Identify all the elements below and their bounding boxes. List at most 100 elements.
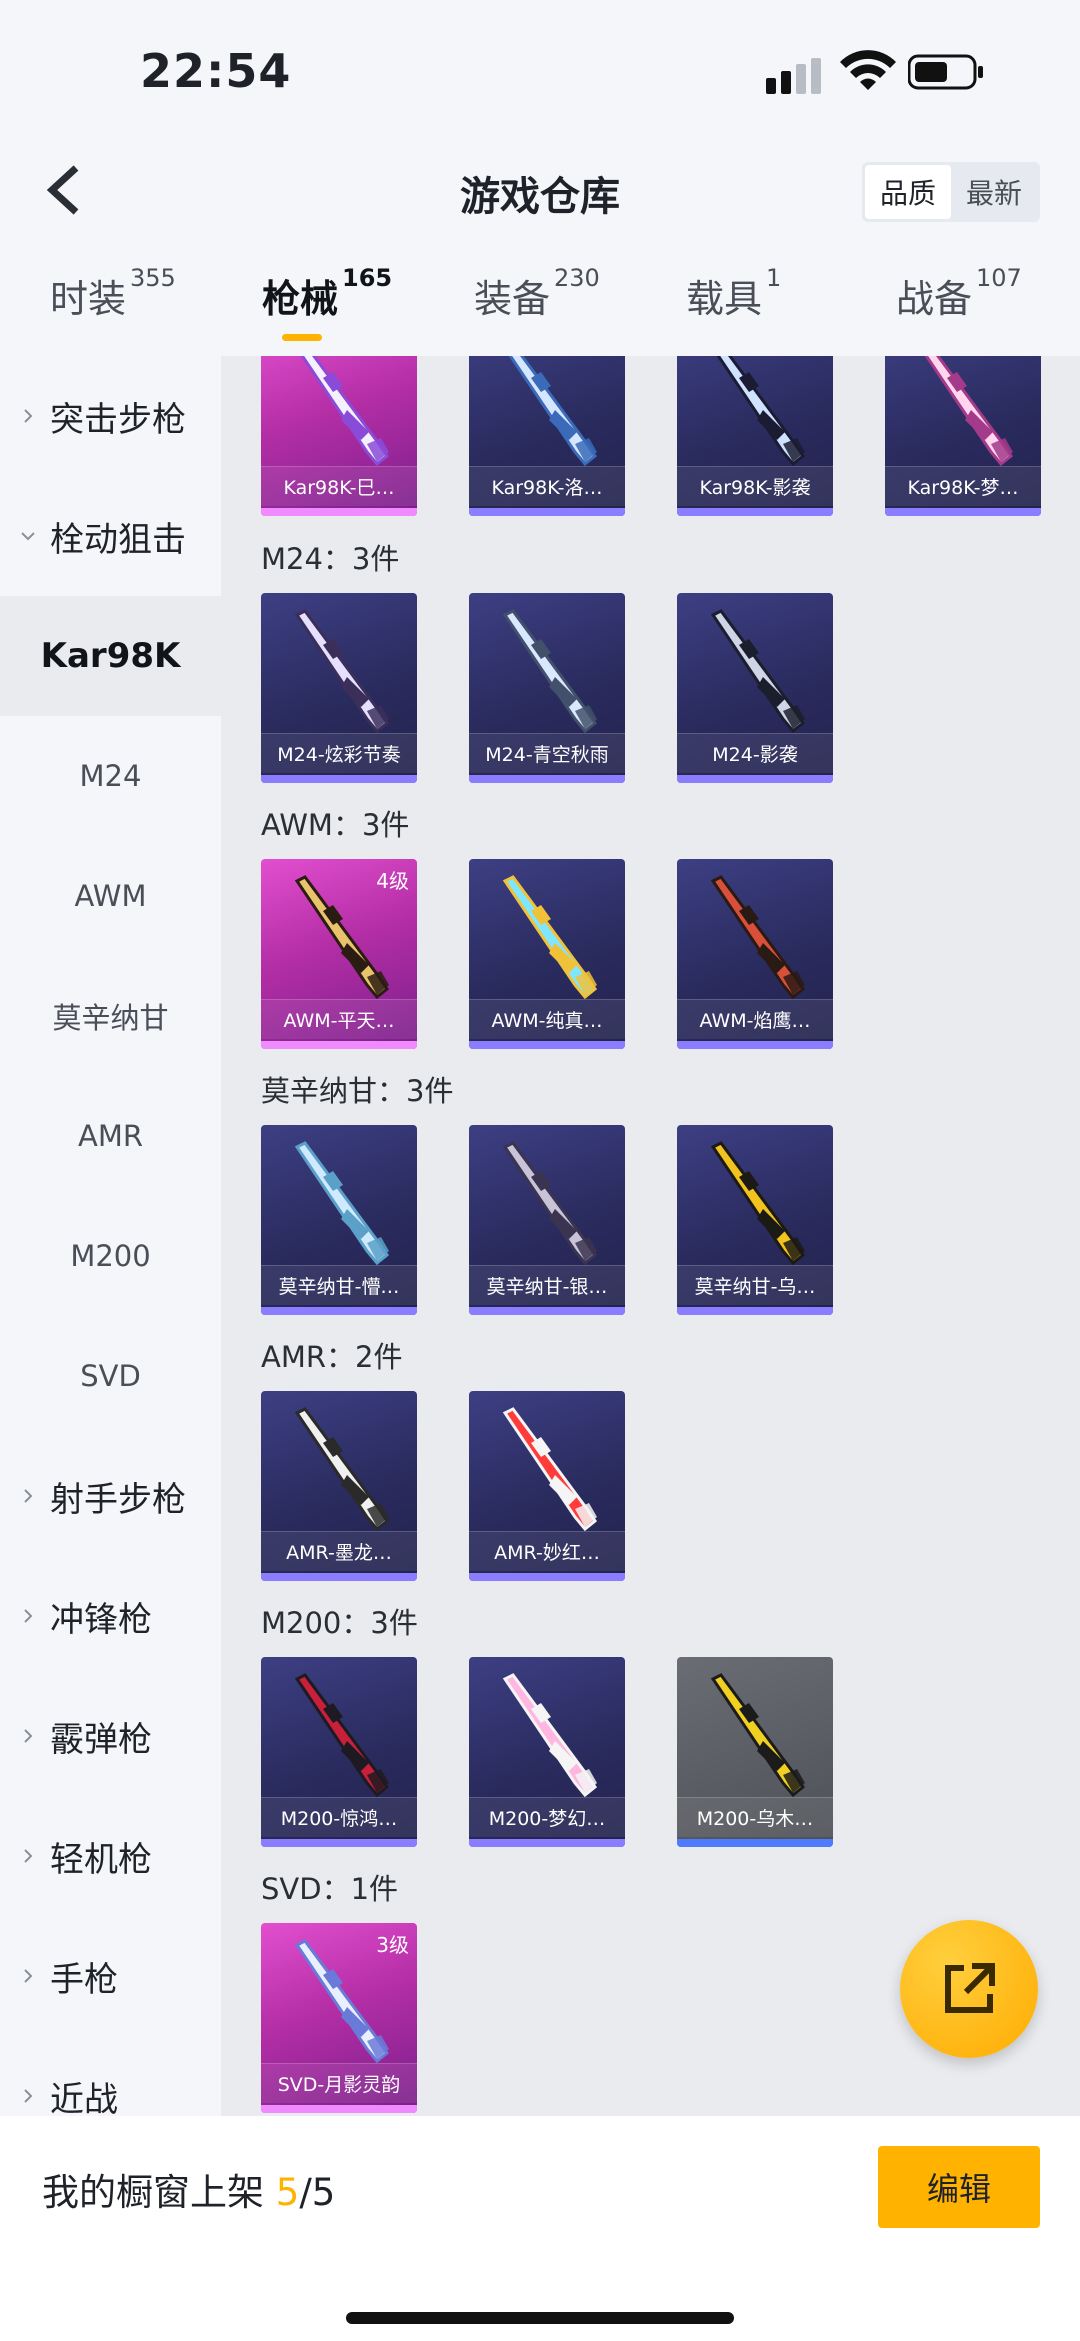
tab-count: 230 <box>554 264 600 292</box>
sidebar-item-pistol[interactable]: 手枪 <box>0 1916 221 2036</box>
tab-label: 装备 <box>474 277 551 321</box>
skin-name: Kar98K-影袭 <box>677 466 833 506</box>
rarity-bar <box>469 775 625 783</box>
rarity-bar <box>677 508 833 516</box>
skin-card[interactable]: M24-炫彩节奏 <box>261 593 417 783</box>
skin-card[interactable]: Kar98K-影袭 <box>677 356 833 516</box>
rarity-bar <box>469 1839 625 1847</box>
skin-name: SVD-月影灵韵 <box>261 2063 417 2103</box>
skin-card[interactable]: AMR-墨龙… <box>261 1391 417 1581</box>
tab-label: 载具 <box>686 277 763 321</box>
tab-vehicles[interactable]: 载具 1 <box>686 264 781 323</box>
rarity-bar <box>261 1307 417 1315</box>
skin-name: AMR-妙红… <box>469 1531 625 1571</box>
section-title: M200：3件 <box>261 1606 418 1640</box>
rifle-skin-icon <box>502 1141 598 1266</box>
skin-card[interactable]: M24-影袭 <box>677 593 833 783</box>
sidebar-item-label: 突击步枪 <box>50 399 186 440</box>
status-time: 22:54 <box>140 44 292 98</box>
tab-count: 107 <box>976 264 1022 292</box>
skin-card[interactable]: M200-惊鸿… <box>261 1657 417 1847</box>
skin-name: Kar98K-洛… <box>469 466 625 506</box>
showcase-bar: 我的橱窗上架 5/5 编辑 <box>0 2116 1080 2341</box>
page-header: 游戏仓库 品质 最新 <box>0 140 1080 240</box>
skin-card[interactable]: Kar98K-洛… <box>469 356 625 516</box>
sidebar-item-svd[interactable]: SVD <box>0 1316 221 1436</box>
skin-card[interactable]: AWM-焰鹰… <box>677 859 833 1049</box>
rarity-bar <box>261 1839 417 1847</box>
rifle-skin-icon <box>300 356 390 467</box>
skin-name: AWM-纯真… <box>469 999 625 1039</box>
tab-count: 355 <box>130 264 176 292</box>
skin-name: 莫辛纳甘-银… <box>469 1265 625 1305</box>
skin-card[interactable]: 莫辛纳甘-乌… <box>677 1125 833 1315</box>
sidebar-item-m200[interactable]: M200 <box>0 1196 221 1316</box>
tab-label: 战备 <box>896 277 973 321</box>
skin-name: M24-青空秋雨 <box>469 733 625 773</box>
sidebar-item-label: 冲锋枪 <box>50 1599 152 1640</box>
sidebar-item-mosin[interactable]: 莫辛纳甘 <box>0 956 221 1076</box>
showcase-total: /5 <box>299 2171 336 2214</box>
rarity-bar <box>261 1573 417 1581</box>
skin-card[interactable]: AWM-纯真… <box>469 859 625 1049</box>
sidebar-item-label: AMR <box>77 1119 143 1153</box>
sidebar-item-label: 手枪 <box>50 1959 118 2000</box>
showcase-label: 我的橱窗上架 <box>42 2171 264 2214</box>
sidebar-item-label: 莫辛纳甘 <box>52 1001 169 1035</box>
skin-name: AWM-平天… <box>261 999 417 1039</box>
skin-card[interactable]: AMR-妙红… <box>469 1391 625 1581</box>
sidebar-item-label: 轻机枪 <box>50 1839 152 1880</box>
skin-card[interactable]: 莫辛纳甘-懵… <box>261 1125 417 1315</box>
skin-level-badge: 4级 <box>376 869 409 893</box>
sidebar-item-shotgun[interactable]: 霰弹枪 <box>0 1676 221 1796</box>
chevron-right-icon <box>24 1729 33 1743</box>
sidebar-item-m24[interactable]: M24 <box>0 716 221 836</box>
chevron-right-icon <box>24 1489 33 1503</box>
status-bar: 22:54 <box>0 0 1080 140</box>
share-fab[interactable] <box>900 1920 1038 2058</box>
showcase-count: 我的橱窗上架 5/5 <box>42 2162 335 2216</box>
rarity-bar <box>261 775 417 783</box>
skin-card[interactable]: M200-乌木… <box>677 1657 833 1847</box>
rifle-skin-icon <box>502 609 598 734</box>
rarity-bar <box>261 2105 417 2113</box>
tab-fashion[interactable]: 时装 355 <box>50 264 176 323</box>
sort-option-quality[interactable]: 品质 <box>865 165 951 219</box>
rifle-skin-icon <box>924 356 1014 467</box>
chevron-right-icon <box>24 2089 33 2103</box>
sidebar-item-marksman[interactable]: 射手步枪 <box>0 1436 221 1556</box>
skin-card[interactable]: Kar98K-梦… <box>885 356 1041 516</box>
sidebar-item-label: 栓动狙击 <box>50 519 186 560</box>
sidebar-item-bolt-sniper[interactable]: 栓动狙击 <box>0 476 221 596</box>
tab-equipment[interactable]: 装备 230 <box>474 264 600 323</box>
skin-card[interactable]: Kar98K-巳… <box>261 356 417 516</box>
sidebar-item-assault-rifle[interactable]: 突击步枪 <box>0 356 221 476</box>
rarity-bar <box>469 508 625 516</box>
skin-name: Kar98K-巳… <box>261 466 417 506</box>
sidebar-item-label: AWM <box>74 879 147 913</box>
sidebar-item-kar98k[interactable]: Kar98K <box>0 596 221 716</box>
tab-guns[interactable]: 枪械 165 <box>262 264 392 323</box>
skin-card[interactable]: M200-梦幻… <box>469 1657 625 1847</box>
sort-option-newest[interactable]: 最新 <box>951 165 1037 219</box>
sidebar-item-label: SVD <box>80 1359 141 1393</box>
edit-button[interactable]: 编辑 <box>878 2146 1040 2228</box>
skin-card[interactable]: 莫辛纳甘-银… <box>469 1125 625 1315</box>
weapon-category-sidebar: 突击步枪 栓动狙击 Kar98K M24 AWM 莫辛纳甘 AMR M200 S… <box>0 356 221 2120</box>
tab-supplies[interactable]: 战备 107 <box>896 264 1022 323</box>
skin-name: M200-乌木… <box>677 1797 833 1837</box>
weapon-skin-grid: Kar98K-巳… Kar98K-洛… Kar98K-影袭 Kar98K-梦… M24：… <box>221 356 1080 2116</box>
skin-name: M200-惊鸿… <box>261 1797 417 1837</box>
sidebar-item-awm[interactable]: AWM <box>0 836 221 956</box>
sidebar-item-lmg[interactable]: 轻机枪 <box>0 1796 221 1916</box>
skin-card[interactable]: M24-青空秋雨 <box>469 593 625 783</box>
skin-card[interactable]: 4级 AWM-平天… <box>261 859 417 1049</box>
section-title: M24：3件 <box>261 542 400 576</box>
skin-name: 莫辛纳甘-懵… <box>261 1265 417 1305</box>
sidebar-item-amr[interactable]: AMR <box>0 1076 221 1196</box>
tab-label: 时装 <box>50 277 127 321</box>
sidebar-item-smg[interactable]: 冲锋枪 <box>0 1556 221 1676</box>
chevron-right-icon <box>24 1609 33 1623</box>
skin-card[interactable]: 3级 SVD-月影灵韵 <box>261 1923 417 2113</box>
tab-label: 枪械 <box>262 277 339 321</box>
